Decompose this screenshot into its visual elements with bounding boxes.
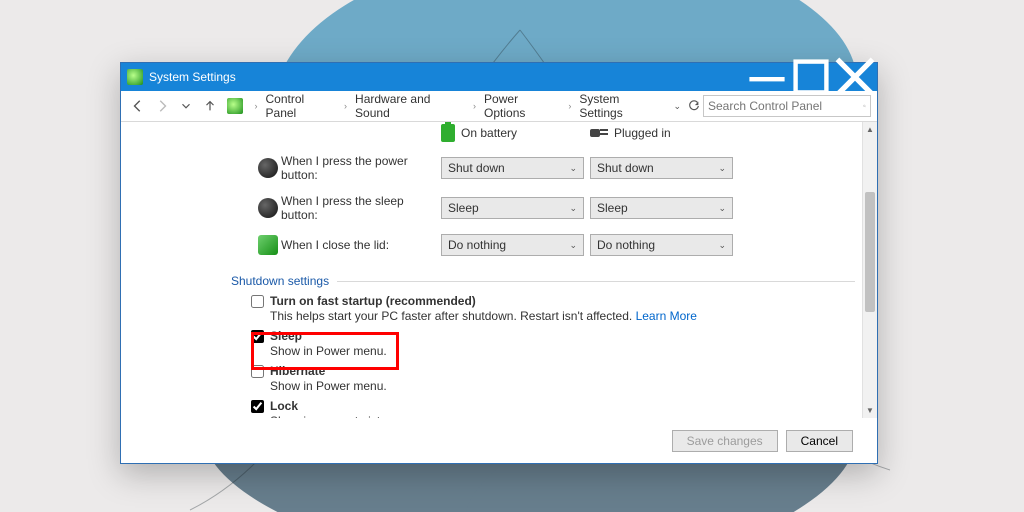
window: System Settings › Control Panel › <box>120 62 878 464</box>
select-sleep-battery[interactable]: Sleep⌄ <box>441 197 584 219</box>
nav-up-button[interactable] <box>199 95 221 117</box>
checkbox-lock[interactable] <box>251 400 264 413</box>
checkbox-sleep[interactable] <box>251 330 264 343</box>
content-area: On battery Plugged in When I press the p… <box>121 122 877 418</box>
breadcrumb-item[interactable]: Power Options <box>484 92 560 120</box>
row-close-lid: When I close the lid: Do nothing⌄ Do not… <box>255 234 855 256</box>
lid-icon <box>258 235 278 255</box>
window-title: System Settings <box>149 70 236 84</box>
battery-icon <box>441 124 455 142</box>
row-sleep-button: When I press the sleep button: Sleep⌄ Sl… <box>255 194 855 222</box>
breadcrumb-item[interactable]: Hardware and Sound <box>355 92 465 120</box>
save-button[interactable]: Save changes <box>672 430 778 452</box>
section-header: Shutdown settings <box>231 274 329 288</box>
footer: Save changes Cancel <box>121 418 877 463</box>
row-label: When I press the power button: <box>281 154 441 182</box>
plug-icon <box>590 126 608 140</box>
breadcrumb-icon <box>227 98 243 114</box>
row-power-button: When I press the power button: Shut down… <box>255 154 855 182</box>
select-power-plugged[interactable]: Shut down⌄ <box>590 157 733 179</box>
row-label: When I press the sleep button: <box>281 194 441 222</box>
scroll-down-icon[interactable]: ▼ <box>863 403 877 418</box>
select-lid-battery[interactable]: Do nothing⌄ <box>441 234 584 256</box>
nav-recent-button[interactable] <box>175 95 197 117</box>
breadcrumb-item[interactable]: Control Panel <box>266 92 337 120</box>
refresh-button[interactable] <box>685 97 703 115</box>
row-label: When I close the lid: <box>281 238 441 252</box>
close-button[interactable] <box>833 63 877 91</box>
option-label: Hibernate <box>270 364 325 378</box>
breadcrumb-chevron-icon[interactable]: ⌄ <box>673 101 681 112</box>
power-icon <box>258 158 278 178</box>
maximize-button[interactable] <box>789 63 833 91</box>
column-header-row: On battery Plugged in <box>255 124 855 142</box>
column-header-battery: On battery <box>461 126 517 140</box>
checkbox-hibernate[interactable] <box>251 365 264 378</box>
scroll-thumb[interactable] <box>865 192 875 312</box>
search-icon <box>863 99 866 113</box>
option-desc: This helps start your PC faster after sh… <box>270 309 636 323</box>
sleep-icon <box>258 198 278 218</box>
nav-forward-button[interactable] <box>151 95 173 117</box>
option-label: Sleep <box>270 329 302 343</box>
scrollbar[interactable]: ▲ ▼ <box>862 122 877 418</box>
app-icon <box>127 69 143 85</box>
breadcrumb[interactable]: › Control Panel › Hardware and Sound › P… <box>223 92 703 120</box>
minimize-button[interactable] <box>745 63 789 91</box>
breadcrumb-item[interactable]: System Settings <box>579 92 663 120</box>
titlebar[interactable]: System Settings <box>121 63 877 91</box>
option-desc: Show in Power menu. <box>270 379 855 393</box>
nav-back-button[interactable] <box>127 95 149 117</box>
navbar: › Control Panel › Hardware and Sound › P… <box>121 91 877 122</box>
search-input[interactable] <box>708 99 863 113</box>
column-header-plugged: Plugged in <box>614 126 671 140</box>
search-box[interactable] <box>703 95 871 117</box>
option-desc: Show in Power menu. <box>270 344 855 358</box>
select-lid-plugged[interactable]: Do nothing⌄ <box>590 234 733 256</box>
select-power-battery[interactable]: Shut down⌄ <box>441 157 584 179</box>
checkbox-fast-startup[interactable] <box>251 295 264 308</box>
cancel-button[interactable]: Cancel <box>786 430 853 452</box>
option-label: Turn on fast startup (recommended) <box>270 294 476 308</box>
learn-more-link[interactable]: Learn More <box>636 309 697 323</box>
scroll-up-icon[interactable]: ▲ <box>863 122 877 137</box>
option-label: Lock <box>270 399 298 413</box>
section-divider <box>337 281 855 282</box>
select-sleep-plugged[interactable]: Sleep⌄ <box>590 197 733 219</box>
